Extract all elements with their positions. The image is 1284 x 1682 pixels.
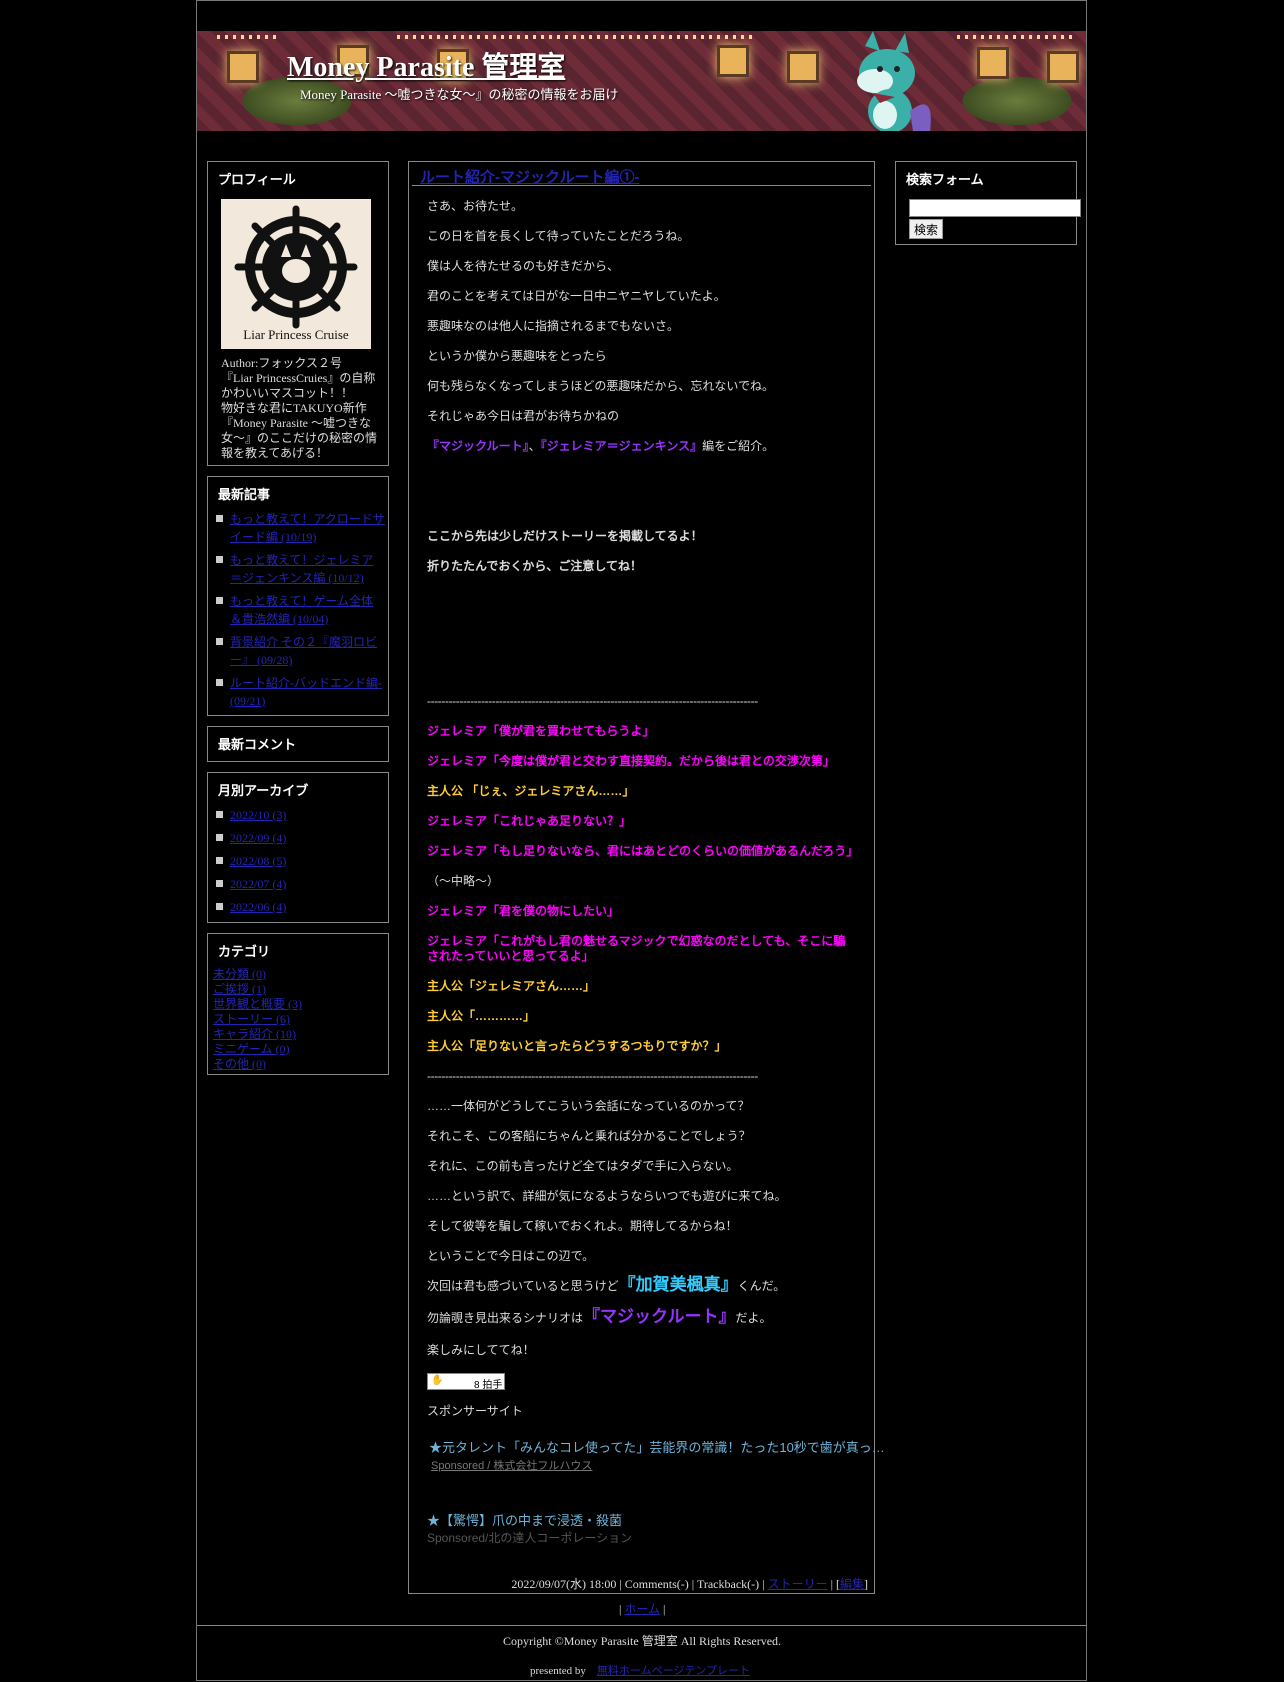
archive-item[interactable]: 2022/09 (4) — [210, 829, 388, 852]
entry-paragraph: というか僕から悪趣味をとったら — [427, 349, 607, 363]
sponsor-ad-source[interactable]: Sponsored/北の達人コーポレーション — [427, 1529, 632, 1546]
category-link[interactable]: 未分類 (0) — [213, 967, 302, 982]
sponsor-ad-link[interactable]: ★元タレント「みんなコレ使ってた」芸能界の常識！たった10秒で歯が真っ… — [429, 1437, 885, 1456]
entry-paragraph: この日を首を長くして待っていたことだろうね。 — [427, 229, 690, 243]
dialogue-line: 主人公「ジェレミアさん……」 — [427, 979, 596, 993]
recent-post-item[interactable]: 背景紹介 その２『魔羽ロビ ー』 (09/28) — [210, 633, 388, 674]
entry-paragraph: ……一体何がどうしてこういう会話になっているのかって？ — [427, 1099, 750, 1113]
entry-paragraph: ……という訳で、詳細が気になるようならいつでも遊びに来てね。 — [427, 1189, 787, 1203]
dialogue-line: ジェレミア「僕が君を買わせてもらうよ」 — [427, 724, 655, 738]
search-heading: 検索フォーム — [906, 172, 984, 187]
archive-item[interactable]: 2022/08 (5) — [210, 852, 388, 875]
route-intro-line: 『マジックルート』、『ジェレミア＝ジェンキンス』編をご紹介。 — [427, 439, 775, 453]
recent-comments-box: 最新コメント — [207, 726, 389, 762]
spoiler-warning: 折りたたんでおくから、ご注意してね！ — [427, 559, 643, 573]
home-link[interactable]: ホーム — [624, 1602, 660, 1616]
site-title[interactable]: Money Parasite 管理室 — [287, 45, 565, 85]
categories-box: カテゴリ 未分類 (0) ご挨拶 (1) 世界観と概要 (3) ストーリー (6… — [207, 933, 389, 1075]
next-route-line: 勿論覗き見出来るシナリオは『マジックルート』だよ。 — [427, 1307, 772, 1326]
entry-title[interactable]: ルート紹介-マジックルート編①- — [420, 166, 640, 187]
dialogue-line: 主人公「…………」 — [427, 1009, 536, 1023]
spoiler-warning: ここから先は少しだけストーリーを掲載してるよ！ — [427, 529, 703, 543]
category-link[interactable]: キャラ紹介 (10) — [213, 1027, 302, 1042]
dialogue-line: されたっていいと思ってるよ」 — [427, 949, 594, 963]
recent-post-item[interactable]: もっと教えて！アクロードサ イード編 (10/19) — [210, 510, 388, 551]
recent-post-item[interactable]: ルート紹介-バッドエンド編- (09/21) — [210, 674, 388, 715]
categories-heading: カテゴリ — [218, 944, 271, 959]
entry-paragraph: 楽しみにしててね！ — [427, 1343, 535, 1357]
archive-item[interactable]: 2022/10 (3) — [210, 806, 388, 829]
entry-meta: 2022/09/07(水) 18:00 | Comments(-) | Trac… — [511, 1577, 868, 1591]
entry-paragraph: それこそ、この客船にちゃんと乗れば分かることでしょう？ — [427, 1129, 751, 1143]
recent-post-item[interactable]: もっと教えて！ジェレミア ＝ジェンキンス編 (10/12) — [210, 551, 388, 592]
recent-posts-box: 最新記事 もっと教えて！アクロードサ イード編 (10/19) もっと教えて！ジェ… — [207, 476, 389, 716]
site-description: Money Parasite ～嘘つきな女～』の秘密の情報をお届け — [300, 87, 619, 102]
entry-paragraph: さあ、お待たせ。 — [427, 199, 524, 213]
dialogue-line: 主人公 「じぇ、ジェレミアさん……」 — [427, 784, 635, 798]
dialogue-line: 主人公「足りないと言ったらどうするつもりですか？」 — [427, 1039, 727, 1053]
profile-box: プロフィール Liar Princess Cruise Author:フォックス… — [207, 161, 389, 466]
recent-comments-heading: 最新コメント — [218, 737, 297, 752]
dialogue-line: ジェレミア「これがもし君の魅せるマジックで幻惑なのだとしても、そこに騙 — [427, 934, 846, 948]
category-link[interactable]: 世界観と概要 (3) — [213, 997, 302, 1012]
profile-logo: Liar Princess Cruise — [221, 199, 371, 349]
entry-paragraph: 僕は人を待たせるのも好きだから、 — [427, 259, 620, 273]
clap-hand-icon: ✋ — [431, 1375, 444, 1386]
page-nav: | ホーム | — [619, 1602, 666, 1616]
clap-button[interactable]: ✋ 8 拍手 — [427, 1373, 505, 1391]
archive-item[interactable]: 2022/07 (4) — [210, 875, 388, 898]
dialogue-line: ジェレミア「今度は僕が君と交わす直接契約。だから後は君との交渉次第」 — [427, 754, 835, 768]
dialogue-line: ジェレミア「もし足りないなら、君にはあとどのくらいの価値があるんだろう」 — [427, 844, 859, 858]
archive-item[interactable]: 2022/06 (4) — [210, 898, 388, 921]
search-input[interactable] — [909, 199, 1081, 217]
fox-mascot-icon — [857, 31, 931, 131]
entry-paragraph: 悪趣味なのは他人に指摘されるまでもないさ。 — [427, 319, 680, 333]
next-time-line: 次回は君も感づいていると思うけど『加賀美楓真』くんだ。 — [427, 1275, 786, 1294]
dialogue-line: （～中略～） — [427, 874, 500, 888]
profile-logo-text: Liar Princess Cruise — [243, 327, 349, 342]
entry-paragraph: 何も残らなくなってしまうほどの悪趣味だから、忘れないでね。 — [427, 379, 775, 393]
recent-post-item[interactable]: もっと教えて！ゲーム全体 ＆貴浩然編 (10/04) — [210, 592, 388, 633]
presented-by: presented by 無料ホームページテンプレート — [530, 1665, 751, 1677]
category-link[interactable]: ストーリー (6) — [213, 1012, 302, 1027]
category-link[interactable]: ミニゲーム (0) — [213, 1042, 302, 1057]
recent-posts-heading: 最新記事 — [218, 487, 271, 502]
template-link[interactable]: 無料ホームページテンプレート — [597, 1665, 750, 1677]
entry-paragraph: 君のことを考えては日がな一日中ニヤニヤしていたよ。 — [427, 289, 726, 303]
profile-heading: プロフィール — [218, 172, 296, 187]
entry-paragraph: ということで今日はこの辺で。 — [427, 1249, 595, 1263]
category-link[interactable]: その他 (0) — [213, 1057, 302, 1072]
search-box: 検索フォーム 検索 — [895, 161, 1081, 245]
search-button[interactable]: 検索 — [909, 219, 944, 239]
sponsor-ad-source[interactable]: Sponsored / 株式会社フルハウス — [431, 1457, 592, 1473]
archives-heading: 月別アーカイブ — [218, 783, 309, 798]
divider: ----------------------------------------… — [427, 694, 758, 708]
divider: ----------------------------------------… — [427, 1069, 758, 1083]
sponsor-label: スポンサーサイト — [427, 1404, 523, 1418]
dialogue-line: ジェレミア「君を僕の物にしたい」 — [427, 904, 620, 918]
archives-box: 月別アーカイブ 2022/10 (3) 2022/09 (4) 2022/08 … — [207, 772, 389, 923]
entry-paragraph: それじゃあ今日は君がお待ちかねの — [427, 409, 620, 423]
entry-category-link[interactable]: ストーリー — [768, 1577, 828, 1591]
copyright: Copyright ©Money Parasite 管理室 All Rights… — [502, 1634, 782, 1648]
category-link[interactable]: ご挨拶 (1) — [213, 982, 302, 997]
entry-paragraph: そして彼等を騙して稼いでおくれよ。期待してるからね！ — [427, 1219, 738, 1233]
dialogue-line: ジェレミア「これじゃあ足りない？」 — [427, 814, 632, 828]
header-banner: Money Parasite 管理室 Money Parasite ～嘘つきな女… — [197, 31, 1086, 131]
entry-paragraph: それに、この前も言ったけど全てはタダで手に入らない。 — [427, 1159, 739, 1173]
sponsor-ad-link[interactable]: ★【驚愕】爪の中まで浸透・殺菌 — [427, 1510, 622, 1529]
profile-bio: Author:フォックス２号 『Liar PrincessCruies』の自称 … — [221, 356, 378, 460]
entry-edit-link[interactable]: 編集 — [840, 1577, 864, 1591]
